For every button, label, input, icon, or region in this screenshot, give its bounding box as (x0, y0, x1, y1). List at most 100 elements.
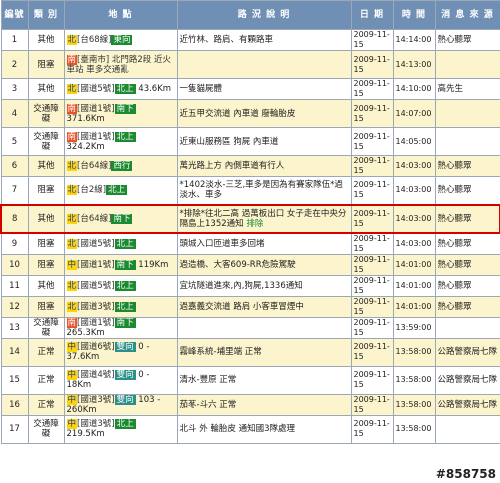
direction-tag: 南下 (114, 259, 136, 270)
cell-source (434, 127, 500, 156)
direction-tag: 北上 (106, 185, 128, 196)
table-row[interactable]: 16 正常 中[國道3號] 雙向 103 - 260Km 茄苳-斗六 正常 2009-11… (0, 393, 500, 416)
cell-category: 正常 (27, 365, 65, 395)
region-badge: 中 (66, 342, 78, 352)
traffic-table: 編號 類 別 地 點 路 況 說 明 日 期 時 間 消 息 來 源 1 其他 北[… (0, 0, 500, 444)
cell-source (434, 99, 500, 128)
direction-tag: 北上 (114, 301, 136, 312)
cell-time: 14:01:00 (392, 253, 436, 276)
kilometer-marker: 371.6Km (66, 113, 105, 124)
header-no[interactable]: 編號 (0, 0, 29, 30)
cell-date: 2009-11-15 (350, 337, 394, 367)
direction-tag: 雙向 (114, 370, 136, 380)
header-location[interactable]: 地 點 (63, 0, 178, 30)
cell-date: 2009-11-15 (350, 127, 394, 156)
cell-category: 正常 (27, 337, 65, 367)
cell-date: 2009-11-15 (350, 295, 394, 318)
kilometer-marker: 219.5Km (66, 429, 105, 439)
road-name: [國道3號] (77, 419, 115, 429)
table-row[interactable]: 11 其他 北[國道5號] 北上 宜坑隧道進來,內,狗屍,1336通知 2009-11-1… (0, 274, 500, 297)
cell-number: 3 (0, 78, 29, 100)
road-name: [台64線] (77, 213, 112, 224)
table-row[interactable]: 5 交通障礙 南[國道1號] 北上 324.2Km 近東山服務區 狗屍 內車道 2009-… (0, 127, 500, 156)
table-row[interactable]: 15 正常 中[國道4號] 雙向 0 - 18Km 清水-豐原 正常 2009-11-15… (0, 365, 500, 395)
direction-tag: 南下 (114, 103, 136, 114)
table-row[interactable]: 17 交通障礙 中[國道3號] 北上 219.5Km 北斗 外 輪胎皮 通知國3隊處理 2… (0, 414, 500, 444)
kilometer-marker: 265.3Km (66, 327, 105, 338)
cell-category: 阻塞 (27, 50, 65, 79)
cell-date: 2009-11-15 (350, 203, 394, 234)
cell-date: 2009-11-15 (350, 393, 394, 416)
cell-time: 14:14:00 (392, 29, 436, 51)
cell-location: 北[台64線] 西行 (63, 155, 178, 177)
header-time[interactable]: 時 間 (392, 0, 436, 30)
cell-time: 14:05:00 (392, 127, 436, 156)
header-source[interactable]: 消 息 來 源 (434, 0, 500, 30)
cell-description: 萬光路上方 內側車道有行人 (176, 155, 352, 177)
table-row[interactable]: 12 阻塞 北[國道3號] 北上 過嘉義交流道 路肩 小客車冒煙中 2009-11-15 1… (0, 295, 500, 318)
header-date[interactable]: 日 期 (350, 0, 394, 30)
table-row[interactable]: 8 其他 北[台64線] 南下 *排除*往北二高 過萬板出口 女子走在中央分隔島上135… (0, 203, 500, 234)
table-row[interactable]: 7 阻塞 北[台2線] 北上 *1402淡水-三芝,車多是因為有賽家隊伍*過淡水、車多 2… (0, 176, 500, 205)
cell-number: 8 (0, 203, 29, 234)
image-watermark: #858758 (435, 467, 496, 481)
table-row[interactable]: 3 其他 北[國道5號] 北上 43.6Km 一隻貓屍體 2009-11-15 14:10:… (0, 78, 500, 100)
cell-source (434, 316, 500, 339)
table-row[interactable]: 10 阻塞 中[國道1號] 南下 119Km 過造橋、大客609-RR危險駕駛 2009-… (0, 253, 500, 276)
cell-location: 北[國道3號] 北上 (63, 295, 178, 318)
cell-category: 阻塞 (27, 253, 65, 276)
cell-date: 2009-11-15 (350, 274, 394, 297)
cell-description: 近五甲交流道 內車道 廢輪胎皮 (176, 99, 352, 128)
cell-category: 其他 (27, 274, 65, 297)
road-name: [國道4號] (77, 370, 115, 380)
cell-source (434, 414, 500, 444)
road-name: [台64線] (77, 161, 112, 171)
cell-source: 公路警察局七隊 (434, 393, 500, 416)
cell-number: 4 (0, 99, 29, 128)
table-row[interactable]: 14 正常 中[國道6號] 雙向 0 - 37.6Km 霧峰系統-埔里端 正常 2009-… (0, 337, 500, 367)
region-badge: 北 (66, 35, 78, 45)
cell-number: 16 (0, 393, 29, 416)
cell-source: 熱心聽眾 (434, 232, 500, 255)
cell-location: 中[國道1號] 南下 119Km (63, 253, 178, 276)
cell-time: 14:10:00 (392, 78, 436, 100)
header-description[interactable]: 路 況 說 明 (176, 0, 352, 30)
region-badge: 南 (66, 131, 78, 142)
region-badge: 中 (66, 259, 78, 270)
table-row[interactable]: 13 交通障礙 南[國道1號] 南下 265.3Km 2009-11-15 13:59:0… (0, 316, 500, 339)
cell-source: 熱心聽眾 (434, 29, 500, 51)
table-row[interactable]: 2 阻塞 南[臺南市] 北門路2段 近火車站 車多交通亂 2009-11-15 14:1… (0, 50, 500, 79)
table-row[interactable]: 1 其他 北[台68線] 東向 近竹林、路肩、有顆路車 2009-11-15 14:14:0… (0, 29, 500, 51)
cell-location: 南[國道1號] 南下 265.3Km (63, 316, 178, 339)
cell-date: 2009-11-15 (350, 316, 394, 339)
road-name: [國道1號] (77, 259, 115, 270)
cell-time: 13:58:00 (392, 337, 436, 367)
cell-location: 北[國道5號] 北上 43.6Km (63, 78, 178, 100)
cell-number: 1 (0, 29, 29, 51)
cell-source: 公路警察局七隊 (434, 365, 500, 395)
cell-number: 5 (0, 127, 29, 156)
road-name: [國道5號] (77, 238, 115, 249)
cell-location: 北[台2線] 北上 (63, 176, 178, 205)
cell-source: 熱心聽眾 (434, 203, 500, 234)
table-row[interactable]: 9 阻塞 北[國道5號] 北上 頭城入口匝道車多回堵 2009-11-15 14:03:00… (0, 232, 500, 255)
region-badge: 北 (66, 84, 78, 94)
cell-number: 7 (0, 176, 29, 205)
cell-time: 13:58:00 (392, 393, 436, 416)
cell-number: 13 (0, 316, 29, 339)
region-badge: 中 (66, 370, 78, 380)
region-badge: 北 (66, 213, 78, 224)
cell-date: 2009-11-15 (350, 29, 394, 51)
road-name: [台68線] (77, 35, 112, 45)
cell-number: 14 (0, 337, 29, 367)
kilometer-marker: 324.2Km (66, 141, 105, 152)
removed-link[interactable]: 排除 (244, 219, 263, 229)
cell-category: 交通障礙 (27, 414, 65, 444)
cell-location: 中[國道6號] 雙向 0 - 37.6Km (63, 337, 178, 367)
table-row[interactable]: 4 交通障礙 南[國道1號] 南下 371.6Km 近五甲交流道 內車道 廢輪胎皮 200… (0, 99, 500, 128)
cell-time: 14:03:00 (392, 232, 436, 255)
cell-category: 交通障礙 (27, 127, 65, 156)
direction-tag: 東向 (111, 35, 133, 45)
table-row[interactable]: 6 其他 北[台64線] 西行 萬光路上方 內側車道有行人 2009-11-15 14:03… (0, 155, 500, 177)
header-category[interactable]: 類 別 (27, 0, 65, 30)
